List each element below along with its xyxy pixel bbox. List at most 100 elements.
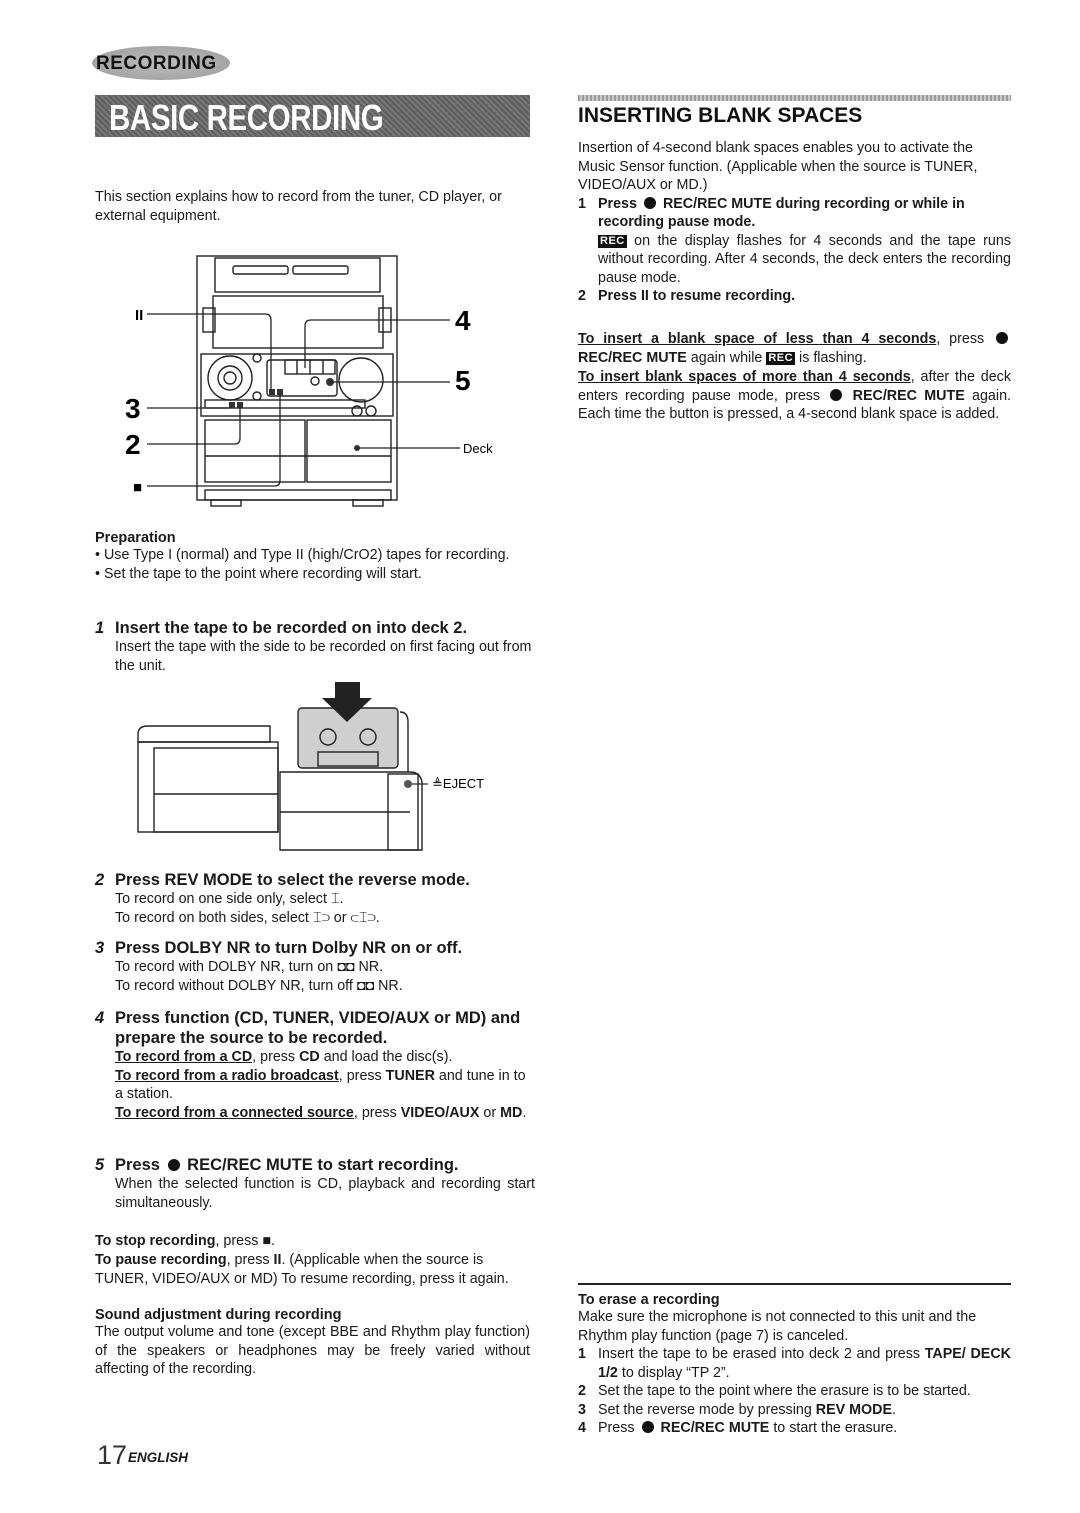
- step-2: 2 Press REV MODE to select the reverse mo…: [95, 870, 535, 927]
- page-language: ENGLISH: [128, 1450, 189, 1465]
- step-3: 3 Press DOLBY NR to turn Dolby NR on or o…: [95, 938, 535, 995]
- callout-5: 5: [455, 365, 471, 396]
- step-title: Press REV MODE to select the reverse mod…: [115, 871, 470, 889]
- blank-spaces-section: Insertion of 4-second blank spaces enabl…: [578, 139, 1011, 306]
- record-dot-icon: [167, 1159, 180, 1171]
- item-text: .: [522, 1104, 527, 1121]
- page-title: BASIC RECORDING: [109, 97, 384, 138]
- pause-recording-note: To pause recording, press II. (Applicabl…: [95, 1251, 535, 1288]
- erase-intro: Make sure the microphone is not connecte…: [578, 1309, 977, 1344]
- step-text: Set the tape to the point where the eras…: [598, 1383, 971, 1399]
- note-lead: To insert blank spaces of more than 4 se…: [578, 369, 911, 385]
- eject-button-dot: [404, 780, 412, 788]
- key-label: MD: [500, 1104, 523, 1121]
- preparation-heading: Preparation: [95, 530, 176, 546]
- item-text: , press: [338, 1067, 386, 1084]
- less-than-4s-note: To insert a blank space of less than 4 s…: [578, 330, 1011, 367]
- step-number: 3: [578, 1401, 586, 1418]
- step-text: .: [892, 1401, 896, 1418]
- note-lead: To stop recording: [95, 1233, 216, 1249]
- rec-indicator-icon: REC: [598, 234, 627, 248]
- callout-2: 2: [125, 429, 141, 460]
- section-divider: [578, 95, 1011, 101]
- section-tab-label: RECORDING: [96, 53, 217, 74]
- step-number: 5: [95, 1156, 105, 1174]
- callout-line-4: [304, 319, 450, 368]
- sound-heading: Sound adjustment during recording: [95, 1307, 342, 1323]
- step-title: REC/REC MUTE to start recording.: [187, 1156, 459, 1174]
- step-pre: Press: [598, 195, 637, 212]
- erase-step: 3 Set the reverse mode by pressing REV M…: [578, 1401, 1011, 1420]
- preparation-bullet: • Use Type I (normal) and Type II (high/…: [95, 547, 510, 563]
- erase-step: 2 Set the tape to the point where the er…: [578, 1382, 1011, 1401]
- record-dot-icon: [643, 196, 656, 209]
- item-lead: To record from a CD: [115, 1049, 253, 1065]
- step-title: Press DOLBY NR to turn Dolby NR on or of…: [115, 939, 463, 957]
- note-text: , press: [226, 1252, 270, 1268]
- erase-divider: [578, 1283, 1011, 1285]
- callout-line-2: [147, 406, 241, 445]
- eject-label: ≜EJECT: [432, 776, 484, 791]
- step-number: 3: [95, 939, 105, 957]
- erase-section: To erase a recording Make sure the micro…: [578, 1292, 1011, 1438]
- sound-body: The output volume and tone (except BBE a…: [95, 1324, 530, 1377]
- step-body: When the selected function is CD, playba…: [115, 1176, 535, 1211]
- callout-stop: ■: [133, 479, 142, 496]
- step-line: To record on both sides, select ⌶⊃ or ⊂⌶…: [115, 909, 380, 926]
- step-title: Insert the tape to be recorded on into d…: [115, 619, 468, 637]
- note-lead: To insert a blank space of less than 4 s…: [578, 331, 937, 347]
- step-item: To record from a connected source, press…: [95, 1104, 535, 1123]
- key-label: REC/REC MUTE: [578, 349, 687, 366]
- step-text: Set the reverse mode by pressing: [598, 1401, 816, 1418]
- item-text: and load the disc(s).: [319, 1049, 453, 1065]
- stop-recording-note: To stop recording, press ■.: [95, 1232, 535, 1251]
- note-text: .: [271, 1233, 275, 1249]
- step-text: to start the erasure.: [769, 1420, 898, 1436]
- step-number: 4: [578, 1420, 586, 1436]
- key-label: TUNER: [385, 1067, 435, 1084]
- record-dot-icon: [830, 388, 843, 401]
- step-number: 2: [95, 871, 105, 889]
- tape-insert-diagram: ≜EJECT: [137, 682, 484, 851]
- item-text: , press: [353, 1104, 401, 1121]
- step-number: 2: [578, 288, 586, 304]
- step-text: Press: [598, 1420, 639, 1436]
- step-1: 1 Insert the tape to be recorded on into …: [95, 618, 535, 675]
- step-number: 4: [95, 1009, 105, 1027]
- page-number: 17: [97, 1440, 128, 1470]
- step-text: Insert the tape to be erased into deck 2…: [598, 1346, 925, 1362]
- blank-step-2: 2 Press II to resume recording.: [578, 287, 1011, 306]
- step-body: Insert the tape with the side to be reco…: [115, 639, 532, 674]
- callout-3: 3: [125, 393, 141, 424]
- intro-text: This section explains how to record from…: [95, 189, 502, 224]
- step-line: To record with DOLBY NR, turn on ◘◘ NR.: [115, 959, 384, 975]
- key-label: REC/REC MUTE: [660, 1420, 770, 1436]
- step-number: 2: [578, 1383, 586, 1399]
- pause-icon: II: [640, 288, 649, 304]
- step-5: 5 Press REC/REC MUTE to start recording. …: [95, 1155, 535, 1212]
- preparation-bullet: • Set the tape to the point where record…: [95, 565, 422, 582]
- step-4: 4 Press function (CD, TUNER, VIDEO/AUX or…: [95, 1008, 535, 1122]
- item-text: , press: [252, 1049, 300, 1065]
- section-tab-recording: RECORDING: [92, 46, 230, 80]
- step-number: 1: [578, 1346, 586, 1362]
- step-body: on the display flashes for 4 seconds and…: [598, 232, 1011, 286]
- sound-adjustment-section: Sound adjustment during recording The ou…: [95, 1307, 530, 1379]
- blank-intro: Insertion of 4-second blank spaces enabl…: [578, 140, 978, 193]
- page-title-bar: BASIC RECORDING: [95, 95, 530, 138]
- step-item: To record from a CD, press CD and load t…: [95, 1048, 535, 1067]
- erase-step: 1 Insert the tape to be erased into deck…: [578, 1345, 1011, 1382]
- section-title-blank-spaces: INSERTING BLANK SPACES: [578, 104, 863, 127]
- unit-front-diagram: II 4 5 3 2 ■ Deck 2: [125, 255, 495, 507]
- step-number: 1: [95, 619, 105, 637]
- step-item: To record from a radio broadcast, press …: [95, 1067, 535, 1104]
- note-text: , press: [936, 331, 985, 347]
- note-lead: To pause recording: [95, 1252, 227, 1268]
- preparation-section: Preparation • Use Type I (normal) and Ty…: [95, 530, 535, 583]
- key-label: REC/REC MUTE: [852, 387, 965, 404]
- key-label: VIDEO/AUX: [400, 1104, 480, 1121]
- key-label: REV MODE: [815, 1401, 893, 1418]
- erase-heading: To erase a recording: [578, 1292, 720, 1308]
- more-than-4s-note: To insert blank spaces of more than 4 se…: [578, 368, 1011, 424]
- note-text: is flashing.: [795, 349, 867, 366]
